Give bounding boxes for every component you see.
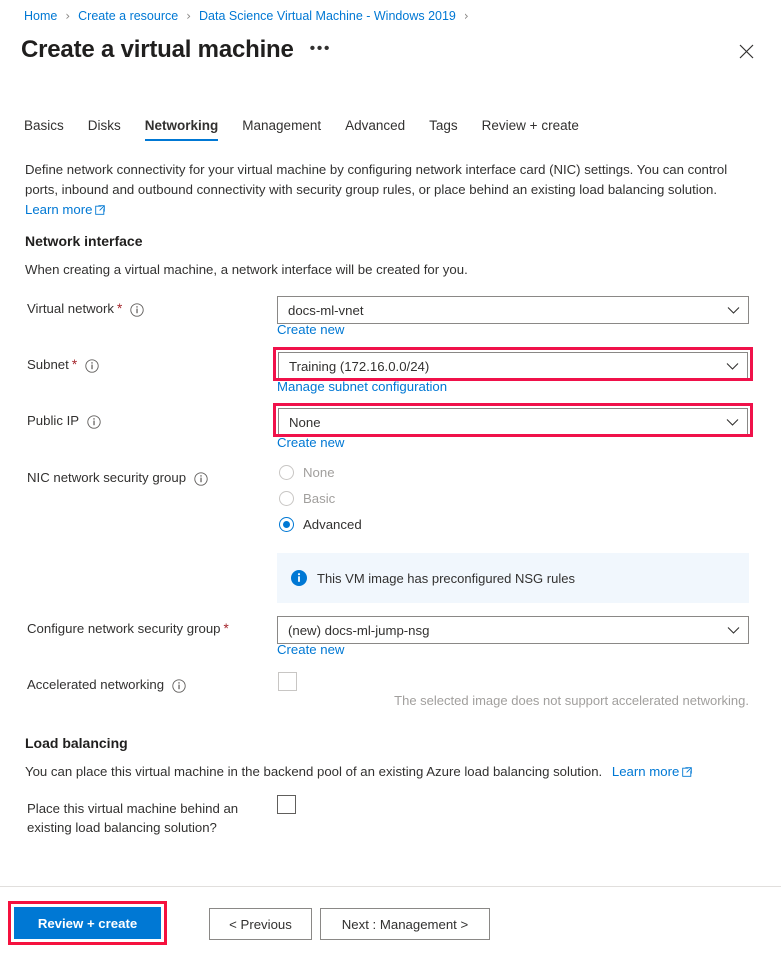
nsg-info-banner-text: This VM image has preconfigured NSG rule… <box>317 570 575 586</box>
label-public-ip: Public IP <box>27 413 101 429</box>
public-ip-create-new-link[interactable]: Create new <box>277 435 344 450</box>
breadcrumb: Home › Create a resource › Data Science … <box>24 9 477 23</box>
place-behind-load-balancer-checkbox[interactable] <box>277 795 296 814</box>
subnet-dropdown[interactable]: Training (172.16.0.0/24) <box>278 352 748 380</box>
breadcrumb-separator-icon: › <box>463 9 469 23</box>
info-icon[interactable] <box>87 414 101 429</box>
label-subnet-text: Subnet <box>27 357 69 372</box>
manage-subnet-configuration-link[interactable]: Manage subnet configuration <box>277 379 447 394</box>
breadcrumb-separator-icon: › <box>65 9 71 23</box>
label-public-ip-text: Public IP <box>27 413 80 428</box>
learn-more-link-load-balancing[interactable]: Learn more <box>612 764 693 779</box>
configure-nsg-value: (new) docs-ml-jump-nsg <box>288 622 430 638</box>
breadcrumb-item-create-a-resource[interactable]: Create a resource <box>78 9 178 23</box>
footer-divider <box>0 886 781 887</box>
subnet-value: Training (172.16.0.0/24) <box>289 358 430 374</box>
virtual-network-dropdown[interactable]: docs-ml-vnet <box>277 296 749 324</box>
configure-nsg-create-new-link[interactable]: Create new <box>277 642 344 657</box>
blade-description: Define network connectivity for your vir… <box>25 160 755 221</box>
radio-indicator <box>279 517 294 532</box>
tab-review-create[interactable]: Review + create <box>470 118 591 141</box>
close-icon <box>739 44 753 58</box>
next-management-button[interactable]: Next : Management > <box>320 908 490 940</box>
virtual-network-value: docs-ml-vnet <box>288 302 364 318</box>
info-icon[interactable] <box>85 358 99 373</box>
required-asterisk: * <box>116 301 123 316</box>
radio-indicator <box>279 465 294 480</box>
label-configure-nsg-text: Configure network security group <box>27 621 221 636</box>
external-link-icon <box>95 201 106 221</box>
chevron-down-icon <box>727 306 740 315</box>
previous-button[interactable]: < Previous <box>209 908 312 940</box>
label-configure-network-security-group: Configure network security group * <box>27 621 229 636</box>
nsg-info-banner: This VM image has preconfigured NSG rule… <box>277 553 749 603</box>
section-heading-load-balancing: Load balancing <box>25 735 128 751</box>
description-line-1: Define network connectivity for your vir… <box>25 162 728 177</box>
required-asterisk: * <box>71 357 78 372</box>
radio-label-none: None <box>303 465 335 480</box>
required-asterisk: * <box>223 621 229 636</box>
info-icon[interactable] <box>194 471 208 486</box>
label-accelerated-networking: Accelerated networking <box>27 677 186 693</box>
section-heading-network-interface: Network interface <box>25 233 143 249</box>
info-icon <box>291 570 307 586</box>
accelerated-networking-note: The selected image does not support acce… <box>394 693 749 708</box>
tab-advanced[interactable]: Advanced <box>333 118 417 141</box>
label-virtual-network: Virtual network * <box>27 301 144 317</box>
label-nic-nsg-text: NIC network security group <box>27 470 187 485</box>
info-icon[interactable] <box>172 678 186 693</box>
chevron-down-icon <box>726 418 739 427</box>
info-icon[interactable] <box>130 302 144 317</box>
external-link-icon <box>682 763 693 783</box>
radio-indicator <box>279 491 294 506</box>
close-button[interactable] <box>734 39 758 63</box>
title-row: Create a virtual machine ••• <box>21 35 331 65</box>
more-options-button[interactable]: ••• <box>310 40 331 58</box>
load-balancing-subtext: You can place this virtual machine in th… <box>25 764 603 779</box>
virtual-network-create-new-link[interactable]: Create new <box>277 322 344 337</box>
breadcrumb-item-home[interactable]: Home <box>24 9 57 23</box>
tab-tags[interactable]: Tags <box>417 118 470 141</box>
breadcrumb-separator-icon: › <box>186 9 192 23</box>
radio-nic-nsg-advanced[interactable]: Advanced <box>279 517 362 532</box>
tab-management[interactable]: Management <box>230 118 333 141</box>
place-behind-label-line-2: existing load balancing solution? <box>27 820 217 835</box>
chevron-down-icon <box>726 362 739 371</box>
tab-networking[interactable]: Networking <box>133 118 231 141</box>
place-behind-label-line-1: Place this virtual machine behind an <box>27 801 239 816</box>
label-accelerated-networking-text: Accelerated networking <box>27 677 165 692</box>
section-subtext-load-balancing: You can place this virtual machine in th… <box>25 762 693 783</box>
public-ip-dropdown[interactable]: None <box>278 408 748 436</box>
radio-label-basic: Basic <box>303 491 336 506</box>
tab-basics[interactable]: Basics <box>24 118 76 141</box>
label-nic-network-security-group: NIC network security group <box>27 470 208 486</box>
section-subtext-network-interface: When creating a virtual machine, a netwo… <box>25 262 468 277</box>
create-vm-blade: Home › Create a resource › Data Science … <box>0 0 781 955</box>
configure-nsg-dropdown[interactable]: (new) docs-ml-jump-nsg <box>277 616 749 644</box>
label-virtual-network-text: Virtual network <box>27 301 114 316</box>
tab-disks[interactable]: Disks <box>76 118 133 141</box>
radio-nic-nsg-none[interactable]: None <box>279 465 335 480</box>
wizard-tabs: Basics Disks Networking Management Advan… <box>24 118 591 141</box>
radio-nic-nsg-basic[interactable]: Basic <box>279 491 335 506</box>
page-title: Create a virtual machine <box>21 36 294 63</box>
chevron-down-icon <box>727 626 740 635</box>
learn-more-link-networking[interactable]: Learn more <box>25 202 106 217</box>
breadcrumb-item-data-science-vm[interactable]: Data Science Virtual Machine - Windows 2… <box>199 9 456 23</box>
accelerated-networking-checkbox[interactable] <box>278 672 297 691</box>
label-subnet: Subnet * <box>27 357 99 373</box>
description-line-2: ports, inbound and outbound connectivity… <box>25 182 718 197</box>
radio-label-advanced: Advanced <box>303 517 362 532</box>
review-create-button[interactable]: Review + create <box>14 907 161 939</box>
label-place-behind-load-balancer: Place this virtual machine behind an exi… <box>27 799 257 837</box>
public-ip-value: None <box>289 414 321 430</box>
